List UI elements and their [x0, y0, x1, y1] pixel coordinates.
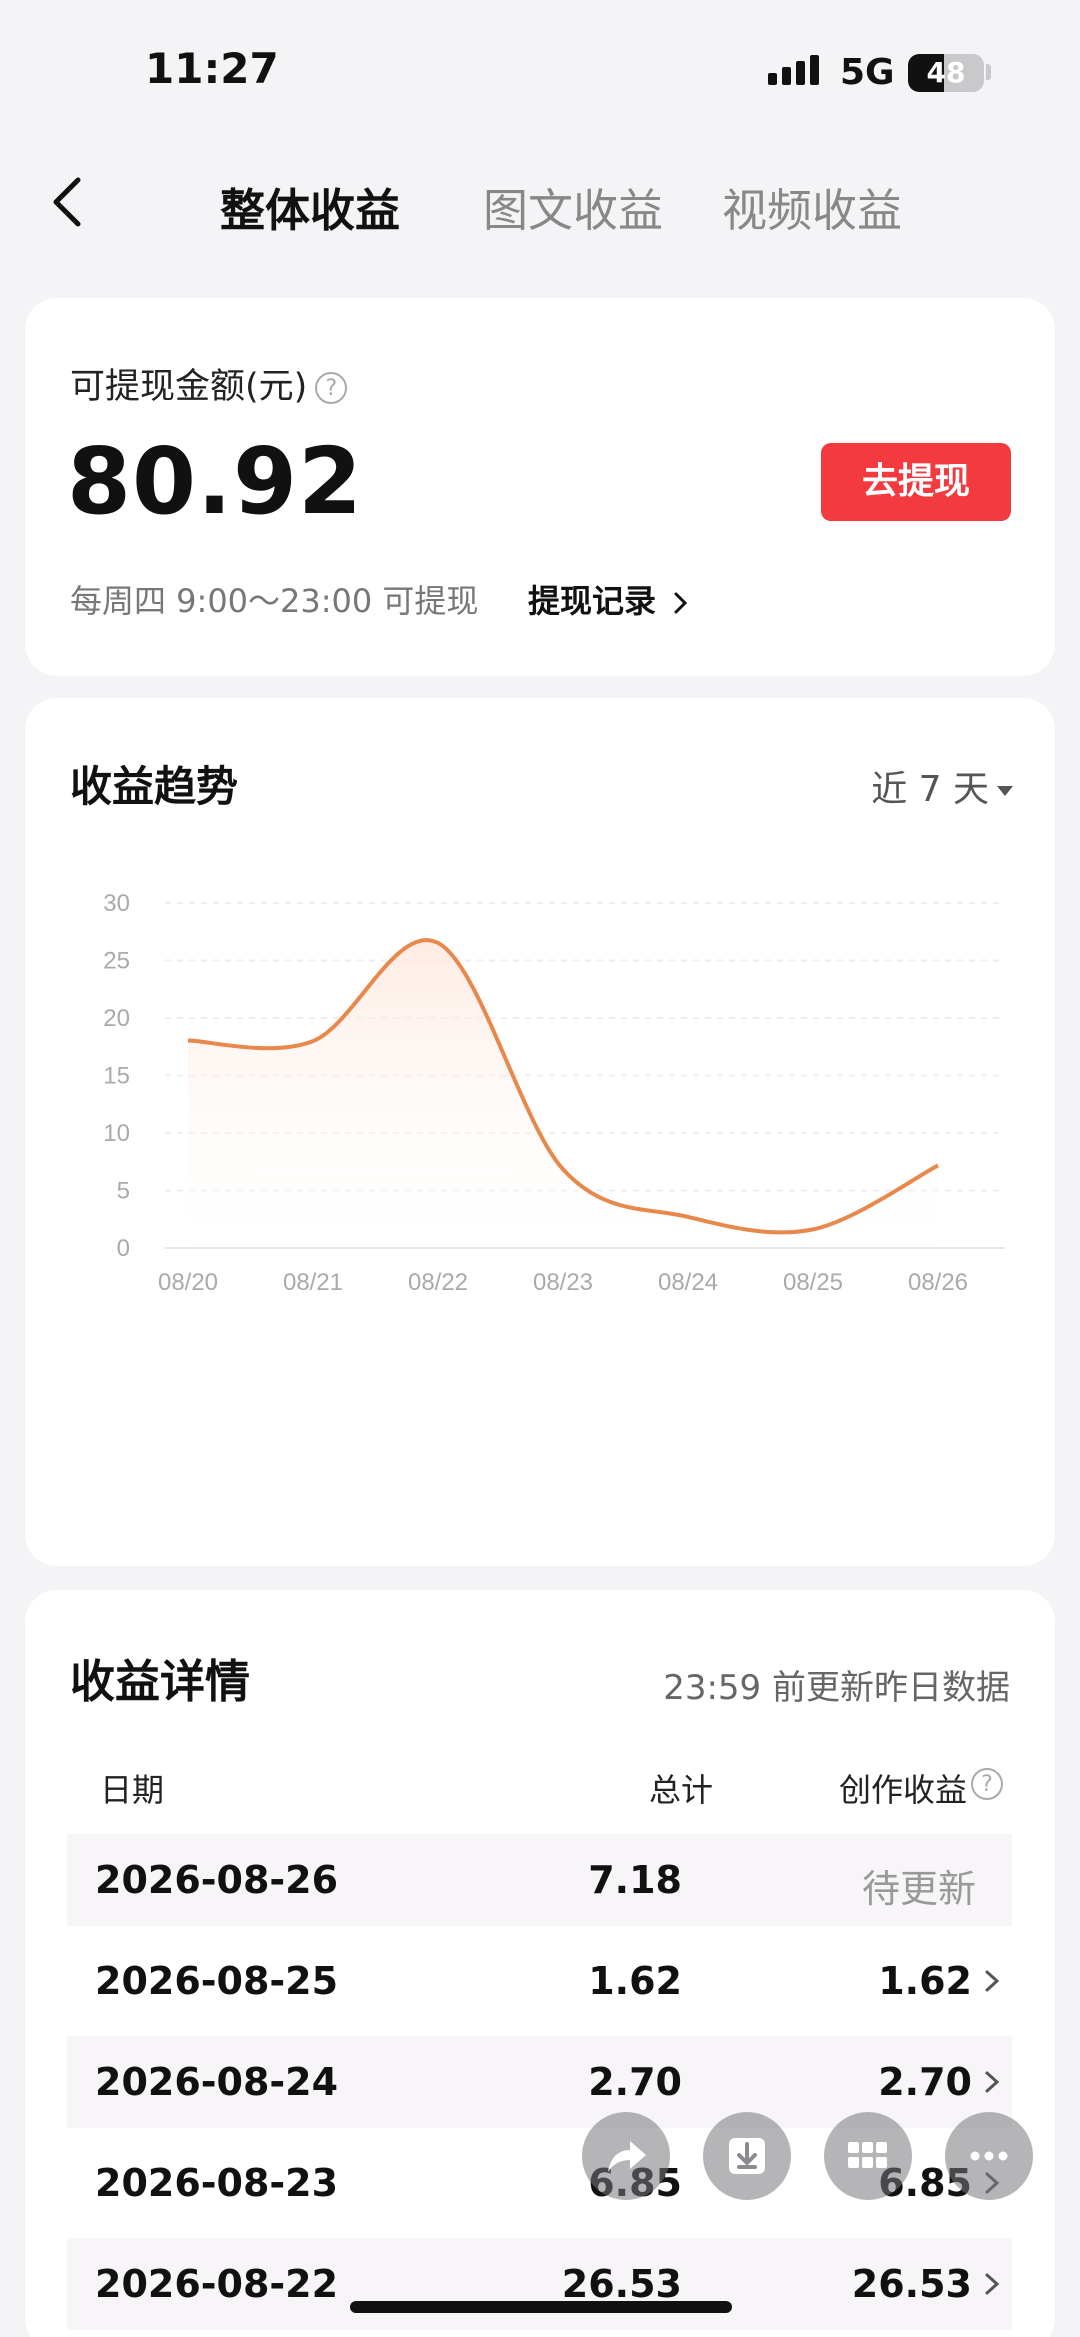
balance-amount: 80.92	[67, 428, 364, 535]
range-label: 近 7 天	[871, 769, 989, 810]
tab-video-earnings[interactable]: 视频收益	[722, 174, 902, 239]
row-earnings: 26.53	[851, 2262, 972, 2306]
back-icon[interactable]	[40, 172, 100, 232]
row-earnings-pending: 待更新	[861, 1867, 976, 1911]
status-bar: 11:27 5G 48	[0, 0, 1080, 150]
help-icon[interactable]: ?	[971, 1768, 1003, 1800]
x-tick-label: 08/26	[908, 1269, 968, 1296]
detail-title: 收益详情	[70, 1655, 251, 1708]
chart-area	[188, 940, 938, 1248]
x-tick-label: 08/23	[533, 1269, 593, 1296]
y-tick-label: 5	[117, 1178, 130, 1205]
y-tick-label: 15	[103, 1063, 130, 1090]
chevron-right-icon	[674, 592, 688, 614]
battery-icon: 48	[908, 54, 984, 92]
trend-card: 收益趋势 近 7 天 0 5 10 15 20 25 30 08/20 08/21 08/22 0…	[25, 698, 1055, 1566]
row-date: 2026-08-24	[95, 2060, 339, 2104]
y-tick-label: 25	[103, 948, 130, 975]
y-tick-label: 10	[103, 1120, 130, 1147]
withdraw-record-label: 提现记录	[528, 582, 657, 620]
row-total: 7.18	[588, 1858, 682, 1902]
tab-article-earnings[interactable]: 图文收益	[483, 174, 663, 239]
row-date: 2026-08-25	[95, 1959, 339, 2003]
more-button[interactable]	[945, 2112, 1033, 2200]
x-tick-label: 08/24	[658, 1269, 718, 1296]
balance-label: 可提现金额(元)	[70, 367, 308, 407]
x-tick-label: 08/21	[283, 1269, 343, 1296]
row-date: 2026-08-23	[95, 2161, 339, 2205]
row-date: 2026-08-26	[95, 1858, 339, 1902]
x-tick-label: 08/25	[783, 1269, 843, 1296]
grid-icon	[848, 2142, 887, 2168]
more-icon	[970, 2151, 1008, 2161]
trend-title: 收益趋势	[70, 762, 239, 811]
header-earnings: 创作收益	[838, 1771, 967, 1809]
withdraw-schedule: 每周四 9:00～23:00 可提现	[70, 582, 479, 620]
row-total: 1.62	[588, 1959, 682, 2003]
share-button[interactable]	[582, 2112, 670, 2200]
table-row[interactable]: 2026-08-22 26.53 26.53	[67, 2238, 1012, 2330]
row-total: 26.53	[561, 2262, 682, 2306]
row-date: 2026-08-22	[95, 2262, 339, 2306]
balance-card: 可提现金额(元)? 80.92 去提现 每周四 9:00～23:00 可提现 提…	[25, 298, 1055, 676]
chevron-right-icon	[985, 2071, 1000, 2093]
x-tick-label: 08/22	[408, 1269, 468, 1296]
header-date: 日期	[100, 1771, 165, 1809]
trend-chart: 0 5 10 15 20 25 30 08/20 08/21 08/22 08/23 08/24 08…	[103, 890, 1005, 1296]
table-row[interactable]: 2026-08-25 1.62 1.62	[67, 1935, 1012, 2027]
detail-update-note: 23:59 前更新昨日数据	[663, 1668, 1010, 1708]
chevron-right-icon	[985, 2273, 1000, 2295]
download-icon	[729, 2138, 765, 2174]
row-earnings: 1.62	[878, 1959, 972, 2003]
home-indicator	[350, 2301, 732, 2313]
table-row: 2026-08-26 7.18 待更新	[67, 1834, 1012, 1926]
network-type: 5G	[840, 52, 895, 93]
withdraw-button[interactable]: 去提现	[821, 443, 1011, 521]
y-tick-label: 0	[117, 1235, 130, 1262]
y-tick-label: 30	[103, 890, 130, 917]
balance-label-row: 可提现金额(元)?	[70, 358, 348, 409]
y-tick-label: 20	[103, 1005, 130, 1032]
x-tick-label: 08/20	[158, 1269, 218, 1296]
download-button[interactable]	[703, 2112, 791, 2200]
withdraw-record-link[interactable]: 提现记录	[528, 576, 691, 622]
share-icon	[608, 2141, 646, 2172]
grid-button[interactable]	[824, 2112, 912, 2200]
detail-card: 收益详情 23:59 前更新昨日数据 日期 总计 创作收益 ? 2026-08-…	[25, 1590, 1055, 2337]
battery-level: 48	[926, 56, 966, 89]
chevron-right-icon	[985, 1970, 1000, 1992]
row-total: 2.70	[588, 2060, 682, 2104]
help-icon[interactable]: ?	[315, 372, 348, 404]
tab-overall-earnings[interactable]: 整体收益	[220, 174, 400, 239]
status-time: 11:27	[145, 44, 279, 93]
battery-tip	[986, 64, 991, 80]
header-total: 总计	[648, 1771, 713, 1809]
range-selector[interactable]: 近 7 天	[871, 760, 1013, 812]
header: 整体收益 图文收益 视频收益	[0, 150, 1080, 260]
caret-down-icon	[997, 786, 1013, 796]
row-earnings: 2.70	[878, 2060, 972, 2104]
signal-icon	[768, 55, 819, 85]
